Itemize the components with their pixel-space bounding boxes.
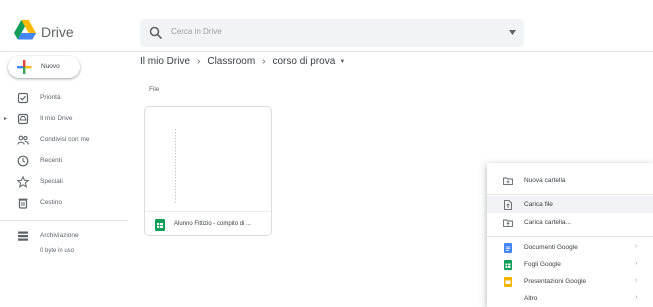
menu-item-label: Documenti Google <box>524 244 578 251</box>
my-drive-icon <box>17 113 29 125</box>
sidebar-item-label: Condivisi con me <box>40 136 90 143</box>
file-footer: Alunno Fittizio - compito di ... <box>145 211 271 235</box>
menu-item-google-sheets[interactable]: Fogli Google › <box>487 256 653 273</box>
menu-item-label: Altro <box>524 295 538 302</box>
menu-item-upload-file[interactable]: Carica file <box>487 196 653 213</box>
file-thumbnail <box>153 115 265 207</box>
breadcrumb-current[interactable]: corso di prova <box>273 56 336 67</box>
sidebar-divider <box>0 220 128 221</box>
new-folder-icon <box>503 177 513 186</box>
chevron-right-icon: › <box>197 56 201 67</box>
sidebar-item-storage[interactable]: Archiviazione <box>0 227 128 245</box>
chevron-down-icon[interactable]: ▼ <box>339 59 345 65</box>
breadcrumb-item[interactable]: Il mio Drive <box>140 56 190 67</box>
menu-divider <box>487 194 653 195</box>
shared-people-icon <box>17 135 29 145</box>
search-icon[interactable] <box>149 26 163 40</box>
files-heading: File <box>149 86 160 93</box>
new-button[interactable]: Nuovo <box>8 56 80 78</box>
chevron-right-icon: › <box>262 56 266 67</box>
google-sheets-icon <box>504 260 512 270</box>
upload-file-icon <box>504 200 512 210</box>
app-title: Drive <box>41 24 74 40</box>
chevron-right-icon: › <box>635 260 638 267</box>
sidebar-item-label: Il mio Drive <box>40 115 73 122</box>
menu-item-label: Carica cartella... <box>524 219 571 226</box>
sidebar-item-label: Cestino <box>40 199 63 206</box>
breadcrumb: Il mio Drive › Classroom › corso di prova ▼ <box>140 56 345 70</box>
chevron-right-icon: › <box>635 294 638 301</box>
menu-divider <box>487 236 653 237</box>
file-name: Alunno Fittizio - compito di ... <box>174 221 252 227</box>
star-icon <box>17 176 29 188</box>
expand-caret-icon[interactable]: ▸ <box>4 115 7 122</box>
menu-item-upload-folder[interactable]: Carica cartella... <box>487 214 653 231</box>
clock-icon <box>17 155 29 167</box>
menu-item-new-folder[interactable]: Nuova cartella <box>487 172 653 189</box>
drive-app: Drive Cerca in Drive Nuovo Priorità ▸ Il… <box>0 0 653 307</box>
sidebar-item-priority[interactable]: Priorità <box>0 89 128 107</box>
upload-folder-icon <box>503 219 513 228</box>
google-sheets-icon <box>155 219 165 231</box>
menu-item-google-slides[interactable]: Presentazioni Google › <box>487 273 653 290</box>
sidebar-item-my-drive[interactable]: ▸ Il mio Drive <box>0 110 128 128</box>
search-input[interactable]: Cerca in Drive <box>171 27 222 36</box>
search-bar[interactable]: Cerca in Drive <box>140 19 524 47</box>
sidebar-item-label: Speciali <box>40 178 63 185</box>
file-card[interactable]: Alunno Fittizio - compito di ... <box>144 106 272 236</box>
checkbox-icon <box>17 92 29 104</box>
sidebar-item-label: Archiviazione <box>40 232 79 239</box>
plus-icon <box>17 60 32 74</box>
sidebar-item-label: Recenti <box>40 157 63 164</box>
menu-item-label: Fogli Google <box>524 261 561 268</box>
breadcrumb-item[interactable]: Classroom <box>207 56 255 67</box>
menu-item-label: Presentazioni Google <box>524 278 587 285</box>
storage-icon <box>18 231 28 241</box>
trash-icon <box>18 198 28 209</box>
storage-usage: 0 byte in uso <box>40 248 75 254</box>
new-button-label: Nuovo <box>41 63 60 70</box>
top-bar: Drive Cerca in Drive <box>0 0 653 52</box>
menu-item-more[interactable]: Altro › <box>487 290 653 307</box>
thumbnail-content <box>175 129 176 203</box>
new-item-menu: Nuova cartella Carica file Carica cartel… <box>487 163 653 307</box>
search-options-icon[interactable] <box>509 30 516 36</box>
drive-logo-icon[interactable] <box>14 20 36 40</box>
menu-item-label: Nuova cartella <box>524 177 566 184</box>
google-docs-icon <box>504 243 512 253</box>
menu-item-label: Carica file <box>524 201 553 208</box>
google-slides-icon <box>504 277 512 287</box>
sidebar-item-trash[interactable]: Cestino <box>0 194 128 212</box>
chevron-right-icon: › <box>635 243 638 250</box>
chevron-right-icon: › <box>635 277 638 284</box>
sidebar-item-label: Priorità <box>40 94 61 101</box>
sidebar-item-shared[interactable]: Condivisi con me <box>0 131 128 149</box>
menu-item-google-docs[interactable]: Documenti Google › <box>487 239 653 256</box>
sidebar-item-recent[interactable]: Recenti <box>0 152 128 170</box>
sidebar-item-starred[interactable]: Speciali <box>0 173 128 191</box>
